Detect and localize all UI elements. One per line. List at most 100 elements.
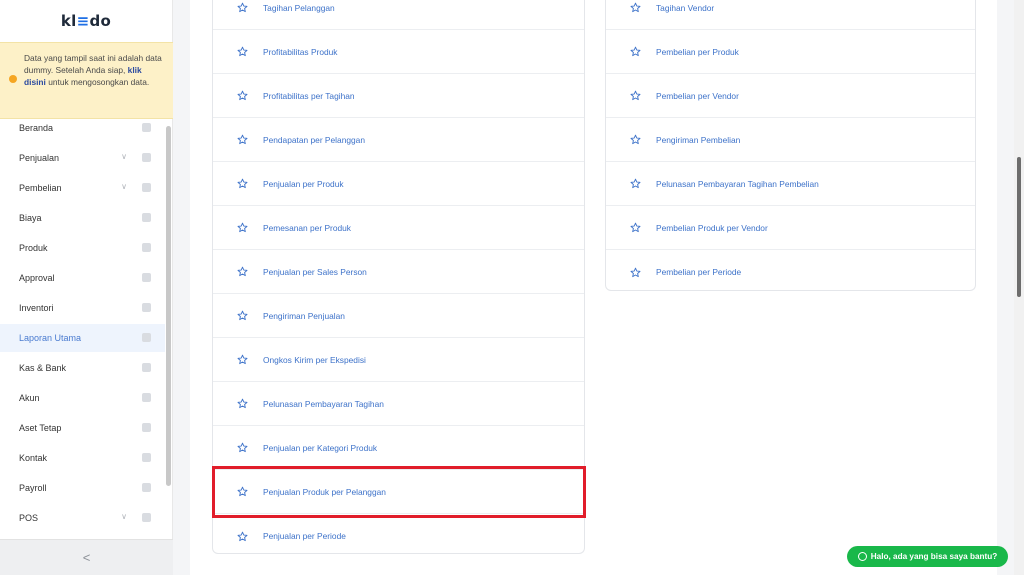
- star-icon[interactable]: [237, 442, 248, 453]
- report-link-label[interactable]: Pengiriman Penjualan: [263, 311, 345, 321]
- ledger-icon: [142, 393, 151, 402]
- star-icon[interactable]: [630, 178, 641, 189]
- report-link-penjualan-produk-per-pelanggan[interactable]: Penjualan Produk per Pelanggan: [213, 470, 584, 514]
- report-link-label[interactable]: Ongkos Kirim per Ekspedisi: [263, 355, 366, 365]
- sidebar-item-biaya[interactable]: Biaya: [0, 204, 165, 232]
- report-link-label[interactable]: Pemesanan per Produk: [263, 223, 351, 233]
- report-link-label[interactable]: Penjualan Produk per Pelanggan: [263, 487, 386, 497]
- home-icon: [142, 123, 151, 132]
- star-icon[interactable]: [237, 90, 248, 101]
- star-icon[interactable]: [630, 46, 641, 57]
- report-link-pelunasan-pembayaran-tagihan[interactable]: Pelunasan Pembayaran Tagihan: [213, 382, 584, 426]
- report-link-penjualan-per-kategori-produk[interactable]: Penjualan per Kategori Produk: [213, 426, 584, 470]
- star-icon[interactable]: [237, 178, 248, 189]
- logo-mark: ≡: [76, 12, 90, 30]
- star-icon[interactable]: [237, 222, 248, 233]
- report-link-pendapatan-per-pelanggan[interactable]: Pendapatan per Pelanggan: [213, 118, 584, 162]
- star-icon[interactable]: [237, 354, 248, 365]
- main-content: Tagihan Pelanggan Profitabilitas Produk Pr…: [190, 0, 997, 575]
- sidebar-item-label: Kontak: [19, 453, 48, 463]
- star-icon[interactable]: [237, 398, 248, 409]
- sidebar-scrollbar[interactable]: [166, 126, 171, 486]
- sidebar-item-payroll[interactable]: Payroll: [0, 474, 165, 502]
- sidebar-item-label: Pembelian: [19, 183, 62, 193]
- report-link-label[interactable]: Profitabilitas per Tagihan: [263, 91, 355, 101]
- report-link-pembelian-produk-per-vendor[interactable]: Pembelian Produk per Vendor: [606, 206, 975, 250]
- sidebar-item-label: Akun: [19, 393, 40, 403]
- sidebar-item-pos[interactable]: POS ∨: [0, 504, 165, 532]
- report-link-pemesanan-per-produk[interactable]: Pemesanan per Produk: [213, 206, 584, 250]
- sidebar-item-approval[interactable]: Approval: [0, 264, 165, 292]
- report-link-label[interactable]: Pelunasan Pembayaran Tagihan: [263, 399, 384, 409]
- sidebar-item-label: POS: [19, 513, 39, 523]
- chevron-down-icon[interactable]: ∨: [121, 182, 127, 191]
- report-link-tagihan-pelanggan[interactable]: Tagihan Pelanggan: [213, 0, 584, 30]
- report-link-pelunasan-pembayaran-tagihan-pembelian[interactable]: Pelunasan Pembayaran Tagihan Pembelian: [606, 162, 975, 206]
- report-link-label[interactable]: Pendapatan per Pelanggan: [263, 135, 365, 145]
- report-link-pembelian-per-periode[interactable]: Pembelian per Periode: [606, 250, 975, 294]
- star-icon[interactable]: [237, 2, 248, 13]
- sidebar-item-laporan-utama[interactable]: Laporan Utama: [0, 324, 165, 352]
- report-link-label[interactable]: Pelunasan Pembayaran Tagihan Pembelian: [656, 179, 819, 189]
- star-icon[interactable]: [237, 310, 248, 321]
- whatsapp-icon: [857, 552, 867, 561]
- report-link-pembelian-per-produk[interactable]: Pembelian per Produk: [606, 30, 975, 74]
- report-link-label[interactable]: Penjualan per Kategori Produk: [263, 443, 377, 453]
- briefcase-icon: [142, 303, 151, 312]
- report-link-profitabilitas-produk[interactable]: Profitabilitas Produk: [213, 30, 584, 74]
- chevron-down-icon[interactable]: ∨: [121, 152, 127, 161]
- star-icon[interactable]: [630, 2, 641, 13]
- report-link-label[interactable]: Tagihan Vendor: [656, 3, 714, 13]
- star-icon[interactable]: [237, 134, 248, 145]
- logo-text-suffix: do: [89, 12, 112, 30]
- page-scrollbar[interactable]: [1014, 0, 1024, 575]
- sidebar-item-beranda[interactable]: Beranda: [0, 114, 165, 142]
- report-link-penjualan-per-sales-person[interactable]: Penjualan per Sales Person: [213, 250, 584, 294]
- logo-text-prefix: kl: [60, 12, 77, 30]
- sidebar-item-produk[interactable]: Produk: [0, 234, 165, 262]
- star-icon[interactable]: [237, 531, 248, 542]
- sidebar-item-pembelian[interactable]: Pembelian ∨: [0, 174, 165, 202]
- report-link-pengiriman-pembelian[interactable]: Pengiriman Pembelian: [606, 118, 975, 162]
- report-link-pengiriman-penjualan[interactable]: Pengiriman Penjualan: [213, 294, 584, 338]
- star-icon[interactable]: [630, 222, 641, 233]
- box-icon: [142, 243, 151, 252]
- star-icon[interactable]: [237, 266, 248, 277]
- star-icon[interactable]: [630, 90, 641, 101]
- report-link-label[interactable]: Pembelian per Vendor: [656, 91, 739, 101]
- sidebar-item-aset-tetap[interactable]: Aset Tetap: [0, 414, 165, 442]
- sidebar-item-inventori[interactable]: Inventori: [0, 294, 165, 322]
- report-link-label[interactable]: Pengiriman Pembelian: [656, 135, 740, 145]
- report-link-label[interactable]: Penjualan per Sales Person: [263, 267, 367, 277]
- app-logo[interactable]: kl ≡ do: [0, 0, 172, 42]
- report-link-ongkos-kirim-per-ekspedisi[interactable]: Ongkos Kirim per Ekspedisi: [213, 338, 584, 382]
- warning-dot-icon: [9, 75, 17, 83]
- scrollbar-thumb[interactable]: [1017, 157, 1021, 297]
- report-link-label[interactable]: Tagihan Pelanggan: [263, 3, 335, 13]
- chat-help-button[interactable]: Halo, ada yang bisa saya bantu?: [847, 546, 1008, 567]
- chevron-down-icon[interactable]: ∨: [121, 512, 127, 521]
- report-link-label[interactable]: Profitabilitas Produk: [263, 47, 337, 57]
- sidebar-item-kontak[interactable]: Kontak: [0, 444, 165, 472]
- report-link-label[interactable]: Pembelian per Periode: [656, 267, 741, 277]
- star-icon[interactable]: [630, 134, 641, 145]
- star-icon[interactable]: [630, 267, 641, 278]
- sidebar-item-label: Aset Tetap: [19, 423, 62, 433]
- sidebar-item-kas-bank[interactable]: Kas & Bank: [0, 354, 165, 382]
- report-link-pembelian-per-vendor[interactable]: Pembelian per Vendor: [606, 74, 975, 118]
- sidebar-item-akun[interactable]: Akun: [0, 384, 165, 412]
- star-icon[interactable]: [237, 46, 248, 57]
- report-link-tagihan-vendor[interactable]: Tagihan Vendor: [606, 0, 975, 30]
- collapse-sidebar-button[interactable]: <: [0, 539, 173, 575]
- star-icon[interactable]: [237, 486, 248, 497]
- report-link-penjualan-per-produk[interactable]: Penjualan per Produk: [213, 162, 584, 206]
- sidebar-item-penjualan[interactable]: Penjualan ∨: [0, 144, 165, 172]
- report-link-label[interactable]: Pembelian per Produk: [656, 47, 739, 57]
- report-link-label[interactable]: Pembelian Produk per Vendor: [656, 223, 768, 233]
- report-link-profitabilitas-per-tagihan[interactable]: Profitabilitas per Tagihan: [213, 74, 584, 118]
- report-link-label[interactable]: Penjualan per Periode: [263, 531, 346, 541]
- sidebar: kl ≡ do Data yang tampil saat ini adalah d…: [0, 0, 173, 575]
- shopping-bag-icon: [142, 153, 151, 162]
- report-link-label[interactable]: Penjualan per Produk: [263, 179, 344, 189]
- report-link-penjualan-per-periode[interactable]: Penjualan per Periode: [213, 514, 584, 558]
